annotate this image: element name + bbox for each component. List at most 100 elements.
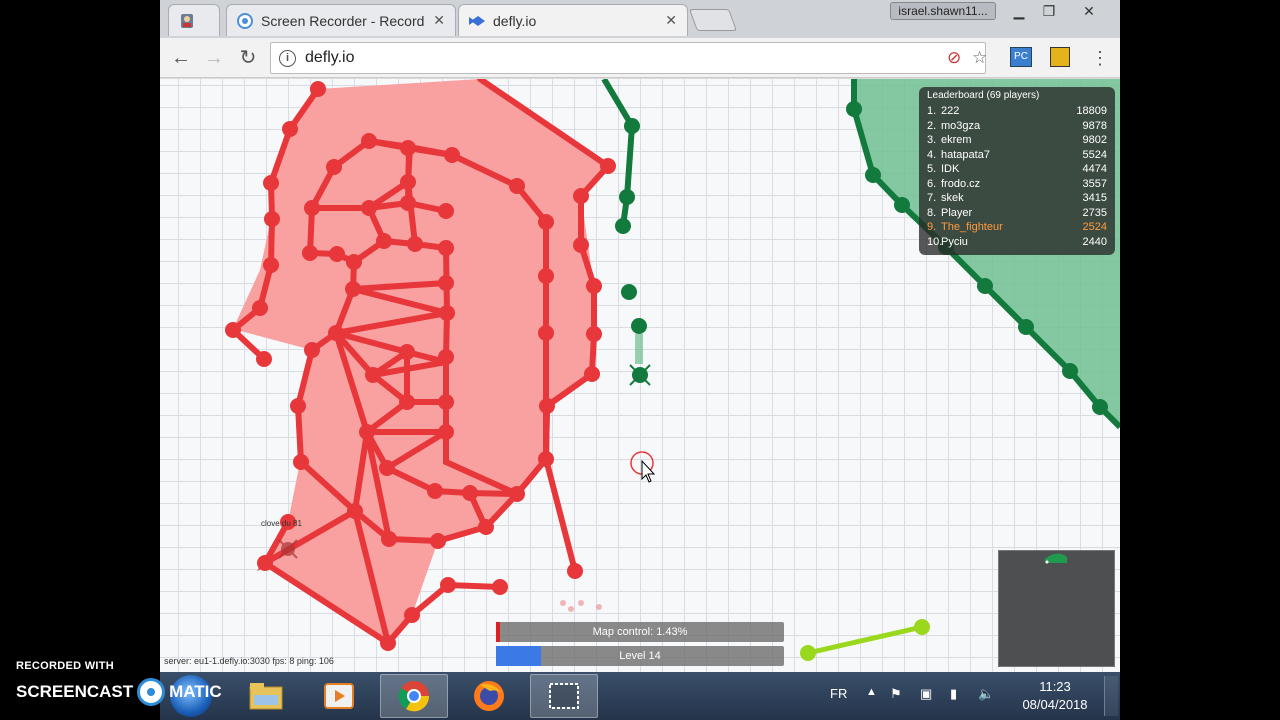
leaderboard-row: 5. IDK 4474 [927, 162, 1107, 177]
leaderboard-rank: 1. [927, 105, 937, 117]
leaderboard-row: 3. ekrem 9802 [927, 133, 1107, 148]
extension-icon[interactable] [1050, 47, 1070, 67]
leaderboard-rank: 2. [927, 119, 937, 132]
leaderboard-score: 2735 [1082, 206, 1107, 219]
url-text: defly.io [305, 49, 355, 66]
person-icon [179, 13, 195, 29]
leaderboard-name: IDK [941, 163, 960, 175]
leaderboard: Leaderboard (69 players) 1. 222 18809 2. mo3… [919, 87, 1115, 255]
leaderboard-row: 10. Pyciu 2440 [927, 235, 1107, 250]
tab-defly[interactable]: defly.io ✕ [458, 4, 688, 36]
leaderboard-score: 2524 [1082, 221, 1107, 233]
close-window-icon[interactable]: ✕ [1075, 0, 1103, 22]
leaderboard-row: 2. mo3gza 9878 [927, 119, 1107, 134]
restore-icon[interactable]: ❐ [1035, 0, 1063, 22]
media-player-icon[interactable] [305, 674, 373, 718]
tab-strip: Screen Recorder - Record ✕ defly.io ✕ is… [160, 0, 1120, 38]
leaderboard-rank: 8. [927, 206, 937, 219]
leaderboard-score: 3415 [1082, 192, 1107, 204]
file-explorer-icon[interactable] [232, 674, 300, 718]
info-icon[interactable]: i [279, 50, 296, 67]
leaderboard-rank: 7. [927, 192, 937, 204]
leaderboard-score: 5524 [1082, 148, 1107, 161]
close-icon[interactable]: ✕ [433, 12, 445, 29]
taskbar: FR ▲ ⚑ ▣ ▮ 🔈 11:23 08/04/2018 [160, 672, 1120, 720]
player-green [629, 364, 651, 386]
profile-badge[interactable]: israel.shawn11... [890, 2, 996, 20]
leaderboard-score: 4474 [1082, 163, 1107, 175]
leaderboard-score: 18809 [1076, 105, 1107, 117]
map-control-fill [496, 622, 500, 642]
leaderboard-rank: 6. [927, 177, 937, 190]
minimap-player-dot [1045, 560, 1049, 564]
lime-wall [807, 624, 923, 656]
network-icon[interactable]: ▣ [920, 686, 932, 702]
leaderboard-score: 9802 [1082, 134, 1107, 146]
leaderboard-score: 2440 [1082, 235, 1107, 248]
leaderboard-name: frodo.cz [941, 177, 981, 190]
level-label: Level 14 [619, 650, 661, 662]
star-icon[interactable]: ☆ [972, 48, 987, 68]
browser-window: Screen Recorder - Record ✕ defly.io ✕ is… [160, 0, 1120, 672]
snipping-tool-icon[interactable] [530, 674, 598, 718]
watermark-brand-a: SCREENCAST [16, 682, 134, 701]
action-center-icon[interactable]: ⚑ [890, 686, 902, 702]
blocked-popup-icon[interactable]: ⊘ [947, 48, 961, 68]
recorder-icon [237, 12, 253, 29]
red-territory [233, 79, 608, 643]
tab-profile[interactable] [168, 4, 220, 36]
leaderboard-rank: 9. [927, 221, 937, 233]
firefox-icon[interactable] [455, 674, 523, 718]
leaderboard-name: mo3gza [941, 119, 981, 132]
leaderboard-rank: 3. [927, 134, 937, 146]
screencast-watermark: RECORDED WITH SCREENCAST MATIC [16, 660, 222, 706]
signal-icon[interactable]: ▮ [950, 686, 957, 702]
leaderboard-row: 7. skek 3415 [927, 191, 1107, 206]
leaderboard-rank: 10. [927, 235, 943, 248]
pc-extension-icon[interactable]: PC [1010, 47, 1032, 67]
clock-date: 08/04/2018 [1022, 697, 1088, 712]
language-indicator[interactable]: FR [830, 686, 847, 701]
chrome-icon[interactable] [380, 674, 448, 718]
red-trail [560, 600, 602, 612]
minimap [998, 550, 1115, 667]
tab-title: Screen Recorder - Record [261, 12, 425, 29]
close-icon[interactable]: ✕ [665, 12, 677, 29]
leaderboard-row: 6. frodo.cz 3557 [927, 177, 1107, 192]
leaderboard-name: skek [941, 192, 964, 204]
address-bar[interactable]: i defly.io ⊘ ☆ [270, 42, 987, 74]
clock[interactable]: 11:23 08/04/2018 [1015, 678, 1095, 714]
forward-arrow-icon[interactable]: → [202, 46, 226, 70]
level-progress-fill [496, 646, 541, 666]
defly-icon [469, 13, 485, 29]
leaderboard-name: hatapata7 [941, 148, 990, 161]
leaderboard-row: 8. Player 2735 [927, 206, 1107, 221]
leaderboard-row: 9. The_fighteur 2524 [927, 220, 1107, 235]
leaderboard-name: Player [941, 206, 973, 219]
browser-toolbar: ← → ↻ i defly.io ⊘ ☆ PC ⋮ [160, 38, 1120, 78]
player-name-tag: clove du 81 [261, 519, 302, 528]
leaderboard-name: The_fighteur [941, 221, 1003, 233]
tab-title: defly.io [493, 12, 537, 29]
player-red [278, 539, 298, 559]
leaderboard-row: 4. hatapata7 5524 [927, 148, 1107, 163]
show-desktop-button[interactable] [1104, 676, 1118, 716]
screencast-logo-icon [137, 678, 166, 706]
back-arrow-icon[interactable]: ← [169, 46, 193, 70]
tray-expand-icon[interactable]: ▲ [866, 686, 877, 698]
reload-icon[interactable]: ↻ [236, 46, 260, 70]
leaderboard-rank: 5. [927, 163, 937, 175]
map-control-label: Map control: 1.43% [592, 626, 688, 638]
menu-kebab-icon[interactable]: ⋮ [1088, 46, 1112, 70]
game-canvas[interactable]: clove du 81 Leaderboard (69 players) 1. 2… [160, 79, 1120, 672]
new-tab-button[interactable] [688, 9, 738, 31]
volume-icon[interactable]: 🔈 [978, 686, 994, 702]
leaderboard-title: Leaderboard (69 players) [927, 90, 1040, 101]
tab-screen-recorder[interactable]: Screen Recorder - Record ✕ [226, 4, 456, 36]
watermark-brand-b: MATIC [169, 682, 222, 701]
level-bar: Level 14 [496, 646, 784, 666]
minimize-icon[interactable]: ▁ [1005, 0, 1033, 22]
leaderboard-score: 3557 [1082, 177, 1107, 190]
leaderboard-name: Pyciu [941, 235, 968, 248]
leaderboard-rank: 4. [927, 148, 937, 161]
